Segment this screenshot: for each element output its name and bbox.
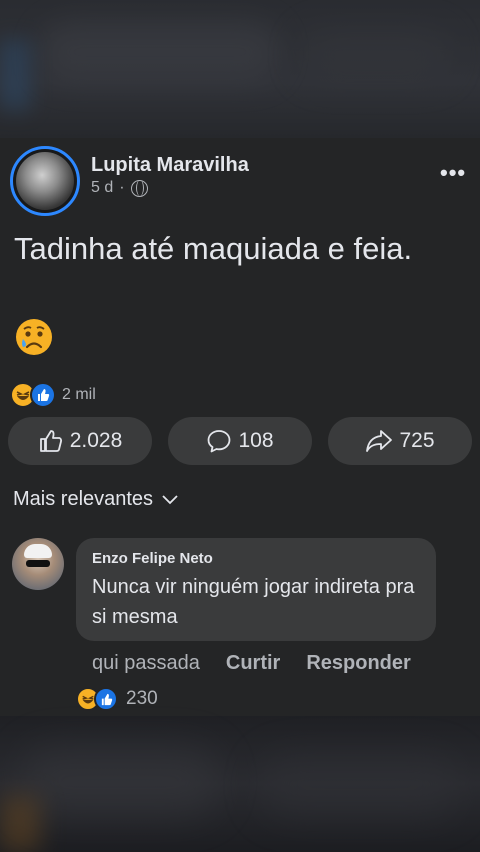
sort-label: Mais relevantes bbox=[13, 488, 154, 510]
comments-sort-dropdown[interactable]: Mais relevantes bbox=[13, 488, 179, 511]
like-reaction-icon bbox=[30, 382, 56, 408]
comment-actions: qui passada Curtir Responder bbox=[92, 652, 411, 675]
thumbs-up-icon bbox=[39, 430, 62, 452]
globe-icon bbox=[130, 179, 148, 197]
like-button[interactable]: 2.028 bbox=[8, 417, 152, 465]
post-card: Lupita Maravilha 5 d · ••• Tadinha até m… bbox=[0, 138, 480, 716]
author-name[interactable]: Lupita Maravilha bbox=[91, 154, 249, 177]
comment-reply-button[interactable]: Responder bbox=[306, 652, 410, 675]
more-options-button[interactable]: ••• bbox=[440, 160, 466, 186]
chevron-down-icon bbox=[162, 494, 178, 504]
like-count: 2.028 bbox=[69, 429, 123, 452]
sad-tear-face-icon bbox=[16, 319, 52, 355]
post-reactions[interactable]: 2 mil bbox=[10, 382, 96, 408]
comment-icon bbox=[208, 430, 231, 453]
comment-reaction-count: 230 bbox=[126, 688, 158, 709]
comment-bubble[interactable]: Enzo Felipe Neto Nunca vir ninguém jogar… bbox=[76, 538, 436, 641]
comment-text: Nunca vir ninguém jogar indireta pra si … bbox=[92, 576, 415, 628]
comment-count: 108 bbox=[238, 429, 274, 452]
share-arrow-icon bbox=[366, 430, 393, 452]
blurred-background-top bbox=[0, 0, 480, 138]
commenter-name[interactable]: Enzo Felipe Neto bbox=[92, 550, 213, 567]
author-avatar[interactable] bbox=[10, 146, 80, 216]
post-text: Tadinha até maquiada e feia. bbox=[14, 231, 413, 266]
commenter-avatar[interactable] bbox=[12, 538, 64, 590]
meta-separator: · bbox=[119, 179, 125, 196]
like-reaction-icon bbox=[94, 687, 118, 711]
post-time[interactable]: 5 d bbox=[91, 179, 113, 197]
comment-reactions[interactable]: 230 bbox=[76, 687, 158, 711]
comment-time[interactable]: qui passada bbox=[92, 652, 200, 675]
post-meta: 5 d · bbox=[91, 179, 148, 197]
comment-button[interactable]: 108 bbox=[168, 417, 312, 465]
comment-like-button[interactable]: Curtir bbox=[226, 652, 280, 675]
blurred-background-bottom bbox=[0, 716, 480, 852]
share-button[interactable]: 725 bbox=[328, 417, 472, 465]
reaction-count: 2 mil bbox=[62, 386, 96, 403]
share-count: 725 bbox=[399, 429, 435, 452]
